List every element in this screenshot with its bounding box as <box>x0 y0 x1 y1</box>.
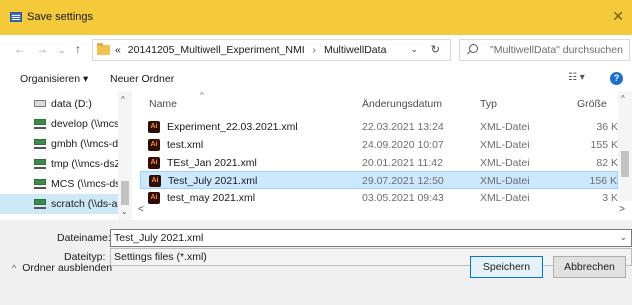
illustrator-file-icon: Ai <box>149 175 161 187</box>
scrollbar-thumb[interactable] <box>121 181 129 205</box>
file-date: 20.01.2021 11:42 <box>362 157 443 169</box>
back-arrow-icon[interactable]: ← <box>14 42 26 56</box>
file-date: 22.03.2021 13:24 <box>362 121 444 133</box>
filename-input[interactable]: Test_July 2021.xml <box>114 232 203 244</box>
column-header: ^ Name Änderungsdatum Typ Größe <box>140 91 632 113</box>
breadcrumb-separator-icon: › <box>312 44 317 56</box>
nav-item-data-drive[interactable]: data (D:) <box>0 94 118 114</box>
file-size: 156 K <box>589 175 617 187</box>
file-name: Experiment_22.03.2021.xml <box>167 121 298 133</box>
nav-item-mcs[interactable]: MCS (\\mcs-ds2 <box>0 174 118 194</box>
scroll-right-icon[interactable]: > <box>619 204 625 215</box>
column-header-size[interactable]: Größe <box>577 98 607 110</box>
file-name: test.xml <box>167 139 204 151</box>
search-box[interactable]: "MultiwellData" durchsuchen <box>459 39 630 61</box>
file-type: XML-Datei <box>480 139 530 151</box>
network-drive-icon <box>34 199 46 209</box>
address-bar[interactable]: « 20141205_Multiwell_Experiment_NMI › Mu… <box>92 39 451 61</box>
toolbar: Organisieren ▾ Neuer Ordner ☷ ▾ ? <box>0 65 632 91</box>
drive-icon <box>34 100 46 107</box>
scroll-left-icon[interactable]: < <box>138 204 144 215</box>
nav-item-gmbh[interactable]: gmbh (\\mcs-ds <box>0 134 118 154</box>
nav-item-develop[interactable]: develop (\\mcs- <box>0 114 118 134</box>
app-icon <box>10 12 22 22</box>
file-size: 155 K <box>590 139 618 151</box>
filename-label: Dateiname: <box>57 232 111 244</box>
title-bar: Save settings ✕ <box>0 0 632 35</box>
file-row[interactable]: Ai Experiment_22.03.2021.xml 22.03.2021 … <box>140 118 618 136</box>
save-form: Dateiname: Test_July 2021.xml ⌄ Dateityp… <box>0 220 632 305</box>
file-name: TEst_Jan 2021.xml <box>167 157 257 169</box>
file-row[interactable]: Ai TEst_Jan 2021.xml 20.01.2021 11:42 XM… <box>140 154 618 172</box>
network-drive-icon <box>34 119 46 129</box>
hide-folders-toggle[interactable]: ^ Ordner ausblenden <box>12 262 112 274</box>
save-button[interactable]: Speichern <box>470 256 543 278</box>
search-input[interactable]: "MultiwellData" durchsuchen <box>490 44 623 56</box>
scroll-down-icon[interactable]: ⌄ <box>121 207 128 216</box>
file-type: XML-Datei <box>480 121 530 133</box>
scrollbar-thumb[interactable] <box>621 151 629 177</box>
nav-item-label: data (D:) <box>51 98 92 110</box>
scroll-up-icon[interactable]: ^ <box>121 95 125 104</box>
file-name: Test_July 2021.xml <box>168 175 258 187</box>
breadcrumb-item-multiwelldata[interactable]: MultiwellData <box>324 44 386 56</box>
nav-item-label: develop (\\mcs- <box>51 118 118 130</box>
save-settings-dialog: Save settings ✕ ← → ⌄ ↑ « 20141205_Multi… <box>0 0 632 305</box>
address-chevron-down-icon[interactable]: ⌄ <box>410 44 418 55</box>
file-list: ^ Name Änderungsdatum Typ Größe Ai Exper… <box>140 91 632 220</box>
forward-arrow-icon[interactable]: → <box>36 42 48 56</box>
new-folder-button[interactable]: Neuer Ordner <box>110 73 174 85</box>
folder-icon <box>97 43 110 55</box>
cancel-button[interactable]: Abbrechen <box>553 256 626 278</box>
illustrator-file-icon: Ai <box>148 157 160 169</box>
filetype-value: Settings files (*.xml) <box>114 251 207 263</box>
close-icon[interactable]: ✕ <box>612 9 624 23</box>
chevron-up-icon: ^ <box>12 263 17 273</box>
network-drive-icon <box>34 139 46 149</box>
organize-button[interactable]: Organisieren ▾ <box>20 73 88 85</box>
network-drive-icon <box>34 159 46 169</box>
nav-item-scratch[interactable]: scratch (\\ds-act <box>0 194 118 214</box>
illustrator-file-icon: Ai <box>148 121 160 133</box>
network-drive-icon <box>34 179 46 189</box>
refresh-icon[interactable]: ↻ <box>431 43 440 56</box>
file-date: 24.09.2020 10:07 <box>362 139 444 151</box>
breadcrumb-overflow[interactable]: « <box>115 44 121 56</box>
file-list-horizontal-scrollbar[interactable]: < > <box>132 203 632 217</box>
up-arrow-icon[interactable]: ↑ <box>75 42 81 56</box>
file-type: XML-Datei <box>480 157 530 169</box>
search-icon <box>469 44 478 53</box>
column-header-type[interactable]: Typ <box>480 98 497 110</box>
file-date: 29.07.2021 12:50 <box>362 175 444 187</box>
nav-item-label: scratch (\\ds-act <box>51 198 118 210</box>
sort-ascending-icon: ^ <box>200 91 204 100</box>
filename-field[interactable]: Test_July 2021.xml ⌄ <box>110 229 632 247</box>
file-type: XML-Datei <box>480 175 530 187</box>
recent-locations-chevron-down-icon[interactable]: ⌄ <box>58 43 66 57</box>
breadcrumb: « 20141205_Multiwell_Experiment_NMI › Mu… <box>115 44 386 56</box>
column-header-date[interactable]: Änderungsdatum <box>362 98 442 110</box>
column-header-name[interactable]: Name <box>149 98 177 110</box>
nav-item-label: gmbh (\\mcs-ds <box>51 138 118 150</box>
hide-folders-label: Ordner ausblenden <box>22 262 113 274</box>
filename-chevron-down-icon[interactable]: ⌄ <box>619 232 627 243</box>
file-list-vertical-scrollbar[interactable]: ^ <box>618 91 632 201</box>
navigation-pane: data (D:) develop (\\mcs- gmbh (\\mcs-ds… <box>0 91 132 220</box>
address-row: ← → ⌄ ↑ « 20141205_Multiwell_Experiment_… <box>0 35 632 65</box>
breadcrumb-item-experiment[interactable]: 20141205_Multiwell_Experiment_NMI <box>128 44 305 56</box>
view-options-icon[interactable]: ☷ ▾ <box>568 72 585 83</box>
file-row[interactable]: Ai test.xml 24.09.2020 10:07 XML-Datei 1… <box>140 136 618 154</box>
file-row-selected[interactable]: Ai Test_July 2021.xml 29.07.2021 12:50 X… <box>140 171 618 189</box>
file-size: 36 K <box>596 121 618 133</box>
scroll-up-icon[interactable]: ^ <box>621 94 625 103</box>
window-title: Save settings <box>27 11 94 23</box>
file-size: 82 K <box>596 157 618 169</box>
help-icon[interactable]: ? <box>610 72 623 85</box>
nav-item-label: MCS (\\mcs-ds2 <box>51 178 118 190</box>
illustrator-file-icon: Ai <box>148 139 160 151</box>
navigation-scrollbar[interactable]: ^ ⌄ <box>118 91 132 220</box>
nav-item-tmp[interactable]: tmp (\\mcs-dsZ <box>0 154 118 174</box>
nav-item-label: tmp (\\mcs-dsZ <box>51 158 118 170</box>
